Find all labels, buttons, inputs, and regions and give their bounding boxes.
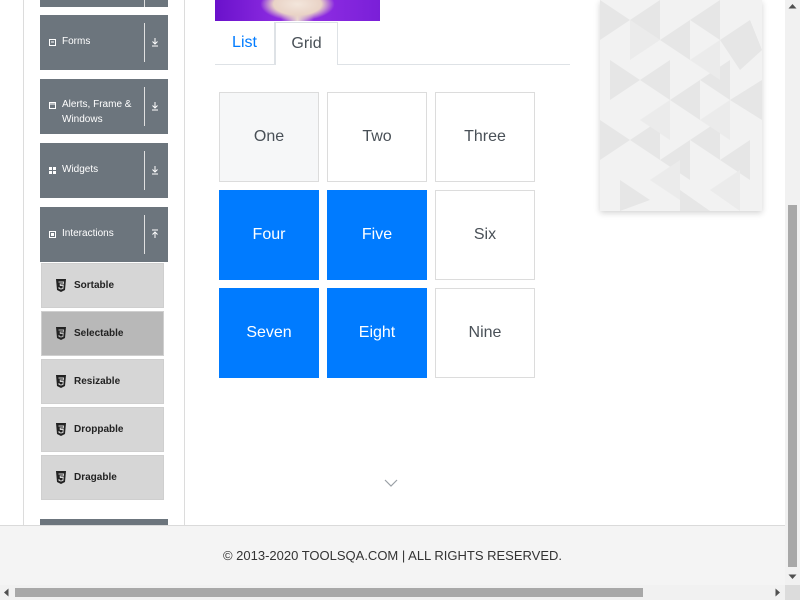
sidebar-item-label: Selectable	[74, 328, 124, 339]
copyright-text: © 2013-2020 TOOLSQA.COM | ALL RIGHTS RES…	[222, 548, 563, 563]
sidebar-item-label: Sortable	[74, 280, 115, 291]
grid-item-three[interactable]: Three	[435, 92, 535, 182]
banner-image[interactable]	[215, 0, 380, 21]
sidebar-item-label: Droppable	[74, 424, 124, 435]
grid-item-eight[interactable]: Eight	[327, 288, 427, 378]
footer: © 2013-2020 TOOLSQA.COM | ALL RIGHTS RES…	[0, 525, 785, 585]
sidebar-group-elements-partial[interactable]	[40, 0, 168, 7]
sidebar-item-dragable[interactable]: Dragable	[41, 455, 164, 500]
grid-item-four[interactable]: Four	[219, 190, 319, 280]
grid-item-five[interactable]: Five	[327, 190, 427, 280]
advertisement-box[interactable]	[600, 0, 762, 211]
grid-item-six[interactable]: Six	[435, 190, 535, 280]
interactions-icon	[49, 231, 56, 238]
horizontal-scroll-thumb[interactable]	[15, 588, 643, 597]
sidebar-group-forms[interactable]: Forms	[40, 15, 168, 70]
grid-item-two[interactable]: Two	[327, 92, 427, 182]
sidebar-item-label: Resizable	[74, 376, 121, 387]
upload-arrow-icon	[152, 229, 158, 238]
sidebar: Forms Alerts, Frame & Windows Widgets In…	[0, 0, 185, 525]
sidebar-right-border	[184, 0, 185, 525]
sidebar-group-interactions[interactable]: Interactions	[40, 207, 168, 262]
tab-list[interactable]: List	[215, 22, 275, 64]
scrollbar-corner	[785, 585, 800, 600]
scroll-left-arrow-icon[interactable]	[3, 588, 9, 597]
triangle-pattern	[600, 0, 762, 211]
sidebar-group-label: Alerts, Frame &	[62, 99, 132, 110]
html5-icon	[56, 327, 66, 340]
download-arrow-icon	[152, 102, 158, 111]
grid-item-one[interactable]: One	[219, 92, 319, 182]
sidebar-item-selectable[interactable]: Selectable	[41, 311, 164, 356]
scroll-up-arrow-icon[interactable]	[788, 3, 797, 9]
html5-icon	[56, 375, 66, 388]
window-icon	[49, 102, 56, 109]
widgets-icon	[49, 167, 56, 174]
chevron-down-icon[interactable]	[383, 478, 399, 488]
sidebar-item-droppable[interactable]: Droppable	[41, 407, 164, 452]
sidebar-group-label: Forms	[62, 36, 91, 47]
scroll-right-arrow-icon[interactable]	[775, 588, 781, 597]
sidebar-item-label: Dragable	[74, 472, 117, 483]
sidebar-group-widgets[interactable]: Widgets	[40, 143, 168, 198]
html5-icon	[56, 423, 66, 436]
html5-icon	[56, 279, 66, 292]
sidebar-group-label-line2: Windows	[62, 114, 103, 125]
vertical-scrollbar[interactable]	[785, 0, 800, 585]
grid-item-nine[interactable]: Nine	[435, 288, 535, 378]
sidebar-group-label: Widgets	[62, 164, 99, 175]
download-arrow-icon	[152, 166, 158, 175]
scroll-down-arrow-icon[interactable]	[788, 574, 797, 580]
sidebar-item-resizable[interactable]: Resizable	[41, 359, 164, 404]
html5-icon	[56, 471, 66, 484]
download-arrow-icon	[152, 38, 158, 47]
horizontal-scrollbar[interactable]	[0, 585, 785, 600]
vertical-scroll-thumb[interactable]	[788, 205, 797, 567]
tab-grid[interactable]: Grid	[275, 22, 338, 65]
form-icon	[49, 39, 56, 46]
sidebar-group-label: Interactions	[62, 228, 114, 239]
sidebar-left-border	[23, 0, 24, 525]
sidebar-item-sortable[interactable]: Sortable	[41, 263, 164, 308]
sidebar-group-alerts-frame-windows[interactable]: Alerts, Frame & Windows	[40, 79, 168, 134]
grid-item-seven[interactable]: Seven	[219, 288, 319, 378]
tab-bar: List Grid	[215, 22, 570, 65]
